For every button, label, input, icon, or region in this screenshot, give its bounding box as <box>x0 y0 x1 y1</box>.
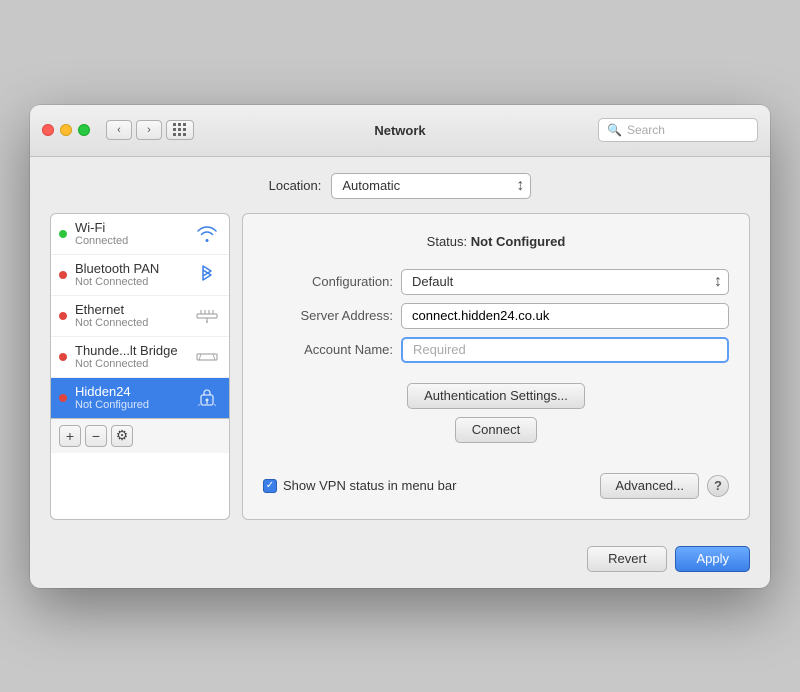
wifi-status: Connected <box>75 235 185 247</box>
wifi-name: Wi-Fi <box>75 220 185 235</box>
account-name-label: Account Name: <box>263 342 393 357</box>
vpn-menu-bar-row: ✓ Show VPN status in menu bar <box>263 478 592 493</box>
ethernet-icon <box>193 302 221 330</box>
settings-button[interactable]: ⚙ <box>111 425 133 447</box>
traffic-lights <box>42 124 90 136</box>
configuration-row: Configuration: Default ↕ <box>263 269 729 295</box>
sidebar-item-bluetooth[interactable]: Bluetooth PAN Not Connected <box>51 255 229 296</box>
configuration-value: Default <box>412 274 453 289</box>
sidebar-item-hidden24[interactable]: Hidden24 Not Configured <box>51 378 229 418</box>
hidden24-name: Hidden24 <box>75 384 185 399</box>
location-label: Location: <box>269 178 322 193</box>
wifi-info: Wi-Fi Connected <box>75 220 185 247</box>
search-box[interactable]: 🔍 Search <box>598 118 758 142</box>
hidden24-status: Not Configured <box>75 399 185 411</box>
vpn-menu-bar-label: Show VPN status in menu bar <box>283 478 456 493</box>
help-button[interactable]: ? <box>707 475 729 497</box>
close-button[interactable] <box>42 124 54 136</box>
bluetooth-status: Not Connected <box>75 276 185 288</box>
add-network-button[interactable]: + <box>59 425 81 447</box>
window-footer: Revert Apply <box>30 536 770 588</box>
grid-button[interactable] <box>166 120 194 140</box>
search-placeholder: Search <box>627 123 665 137</box>
sidebar-footer: + − ⚙ <box>51 418 229 453</box>
status-dot-wifi <box>59 230 67 238</box>
sidebar: Wi-Fi Connected <box>50 213 230 520</box>
server-address-row: Server Address: <box>263 303 729 329</box>
location-value: Automatic <box>342 178 400 193</box>
vpn-menu-bar-checkbox[interactable]: ✓ <box>263 479 277 493</box>
remove-network-button[interactable]: − <box>85 425 107 447</box>
action-buttons: Authentication Settings... Connect <box>263 383 729 443</box>
forward-button[interactable]: › <box>136 120 162 140</box>
wifi-icon <box>193 220 221 248</box>
bluetooth-info: Bluetooth PAN Not Connected <box>75 261 185 288</box>
status-value: Not Configured <box>471 234 566 249</box>
minimize-button[interactable] <box>60 124 72 136</box>
server-address-label: Server Address: <box>263 308 393 323</box>
sidebar-item-thunderbolt[interactable]: Thunde...lt Bridge Not Connected <box>51 337 229 378</box>
thunderbolt-status: Not Connected <box>75 358 185 370</box>
advanced-button[interactable]: Advanced... <box>600 473 699 499</box>
location-select[interactable]: Automatic ↕ <box>331 173 531 199</box>
configuration-select[interactable]: Default ↕ <box>401 269 729 295</box>
configuration-label: Configuration: <box>263 274 393 289</box>
location-select-arrow: ↕ <box>516 177 524 195</box>
detail-panel: Status: Not Configured Configuration: De… <box>242 213 750 520</box>
maximize-button[interactable] <box>78 124 90 136</box>
ethernet-status: Not Connected <box>75 317 185 329</box>
thunderbolt-icon <box>193 343 221 371</box>
status-dot-hidden24 <box>59 394 67 402</box>
status-dot-ethernet <box>59 312 67 320</box>
thunderbolt-info: Thunde...lt Bridge Not Connected <box>75 343 185 370</box>
bottom-bar: ✓ Show VPN status in menu bar Advanced..… <box>263 463 729 499</box>
network-preferences-window: ‹ › Network 🔍 Search Location: Automatic… <box>30 105 770 588</box>
thunderbolt-name: Thunde...lt Bridge <box>75 343 185 358</box>
hidden24-info: Hidden24 Not Configured <box>75 384 185 411</box>
bluetooth-icon <box>193 261 221 289</box>
window-title: Network <box>374 123 425 138</box>
main-area: Wi-Fi Connected <box>50 213 750 520</box>
account-name-input[interactable] <box>401 337 729 363</box>
sidebar-item-wifi[interactable]: Wi-Fi Connected <box>51 214 229 255</box>
network-list: Wi-Fi Connected <box>51 214 229 418</box>
grid-icon <box>173 123 187 137</box>
ethernet-name: Ethernet <box>75 302 185 317</box>
account-name-row: Account Name: <box>263 337 729 363</box>
nav-buttons: ‹ › <box>106 120 162 140</box>
location-bar: Location: Automatic ↕ <box>50 173 750 199</box>
back-button[interactable]: ‹ <box>106 120 132 140</box>
status-label: Status: <box>427 234 467 249</box>
bluetooth-name: Bluetooth PAN <box>75 261 185 276</box>
revert-button[interactable]: Revert <box>587 546 667 572</box>
search-icon: 🔍 <box>607 123 622 137</box>
status-row: Status: Not Configured <box>263 234 729 249</box>
server-address-input[interactable] <box>401 303 729 329</box>
auth-settings-button[interactable]: Authentication Settings... <box>407 383 585 409</box>
connect-button[interactable]: Connect <box>455 417 537 443</box>
apply-button[interactable]: Apply <box>675 546 750 572</box>
sidebar-item-ethernet[interactable]: Ethernet Not Connected <box>51 296 229 337</box>
titlebar: ‹ › Network 🔍 Search <box>30 105 770 157</box>
ethernet-info: Ethernet Not Connected <box>75 302 185 329</box>
configuration-arrow: ↕ <box>714 273 722 291</box>
main-content: Location: Automatic ↕ Wi-Fi Connected <box>30 157 770 536</box>
status-dot-thunderbolt <box>59 353 67 361</box>
vpn-form: Configuration: Default ↕ Server Address:… <box>263 269 729 363</box>
vpn-icon <box>193 384 221 412</box>
status-dot-bluetooth <box>59 271 67 279</box>
